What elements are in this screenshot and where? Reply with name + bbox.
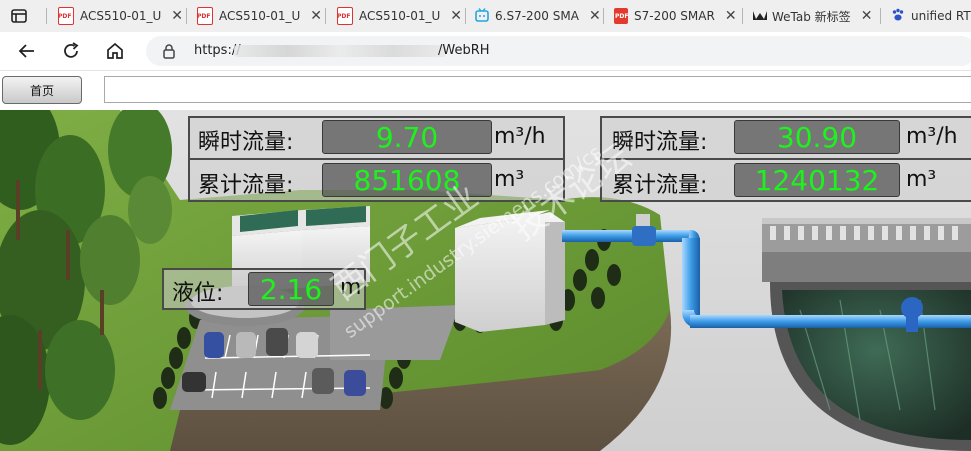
flow-panel-right: 瞬时流量: 30.90 m³/h 累计流量: 1240132 m³	[600, 116, 971, 202]
instant-flow-value: 9.70	[322, 120, 492, 154]
hmi-toolbar: 首页	[0, 71, 971, 110]
close-tab-icon[interactable]: ✕	[171, 8, 183, 24]
browser-tab-1[interactable]: ACS510-01_U ✕	[58, 3, 186, 29]
level-panel: 液位: 2.16 m	[162, 268, 366, 310]
instant-flow-value: 30.90	[734, 120, 900, 154]
hmi-text-field[interactable]	[104, 76, 971, 103]
crown-icon	[752, 8, 767, 24]
tab-separator	[603, 8, 604, 24]
browser-tab-4[interactable]: 6.S7-200 SMA ✕	[475, 3, 603, 29]
tab-title: ACS510-01_U	[359, 9, 441, 23]
total-flow-label: 累计流量:	[198, 173, 294, 198]
close-tab-icon[interactable]: ✕	[450, 8, 462, 24]
pdf-icon	[58, 7, 74, 25]
tab-title: WeTab 新标签	[772, 9, 851, 24]
tab-separator	[880, 8, 881, 24]
total-flow-value: 851608	[322, 163, 492, 197]
browser-tab-6[interactable]: WeTab 新标签 ✕	[752, 3, 878, 29]
level-value: 2.16	[248, 272, 334, 306]
home-page-button[interactable]: 首页	[2, 76, 82, 104]
tab-title: S7-200 SMAR	[634, 9, 715, 23]
tab-separator	[186, 8, 187, 24]
home-icon[interactable]	[104, 40, 126, 62]
control-building	[455, 210, 565, 332]
flow-panel-left: 瞬时流量: 9.70 m³/h 累计流量: 851608 m³	[188, 116, 565, 202]
browser-tab-7[interactable]: unified RT	[891, 3, 971, 29]
tab-separator	[465, 8, 466, 24]
browser-tab-5[interactable]: S7-200 SMAR ✕	[614, 3, 742, 29]
instant-flow-unit: m³/h	[906, 124, 958, 149]
tab-actions-icon[interactable]	[10, 7, 28, 25]
url-redacted-host	[234, 45, 446, 57]
plant-overview-scene: 瞬时流量: 9.70 m³/h 累计流量: 851608 m³ 瞬时流量: 30…	[0, 110, 971, 451]
total-flow-unit: m³	[494, 167, 525, 192]
total-flow-value: 1240132	[734, 163, 900, 197]
tab-title: ACS510-01_U	[80, 9, 162, 23]
tab-separator	[325, 8, 326, 24]
total-flow-unit: m³	[906, 167, 937, 192]
bilibili-icon	[475, 8, 489, 24]
tab-separator	[46, 8, 47, 24]
tab-separator	[742, 8, 743, 24]
panel-divider	[602, 158, 971, 160]
pdf-icon	[197, 7, 213, 25]
level-unit: m	[340, 275, 362, 300]
back-arrow-icon[interactable]	[16, 40, 38, 62]
close-tab-icon[interactable]: ✕	[861, 8, 873, 24]
total-flow-label: 累计流量:	[612, 173, 708, 198]
panel-divider	[190, 158, 563, 160]
instant-flow-unit: m³/h	[494, 124, 546, 149]
instant-flow-label: 瞬时流量:	[612, 130, 708, 155]
level-label: 液位:	[172, 281, 224, 306]
browser-tab-strip: ACS510-01_U ✕ ACS510-01_U ✕ ACS510-01_U …	[0, 0, 971, 32]
tab-title: ACS510-01_U	[219, 9, 301, 23]
tab-title: unified RT	[911, 9, 971, 23]
instant-flow-label: 瞬时流量:	[198, 130, 294, 155]
close-tab-icon[interactable]: ✕	[310, 8, 322, 24]
browser-tab-3[interactable]: ACS510-01_U ✕	[337, 3, 465, 29]
close-tab-icon[interactable]: ✕	[725, 8, 737, 24]
paw-icon	[891, 8, 905, 24]
address-bar[interactable]: https:// /WebRH	[146, 36, 971, 66]
refresh-icon[interactable]	[60, 40, 82, 62]
tab-title: 6.S7-200 SMA	[495, 9, 579, 23]
pdf-icon	[337, 7, 353, 25]
browser-tab-2[interactable]: ACS510-01_U ✕	[197, 3, 325, 29]
close-tab-icon[interactable]: ✕	[589, 8, 601, 24]
pdf-icon	[614, 8, 628, 24]
lock-icon[interactable]	[162, 43, 176, 63]
browser-navigation-bar: https:// /WebRH	[0, 32, 971, 71]
url-path: /WebRH	[438, 43, 490, 58]
